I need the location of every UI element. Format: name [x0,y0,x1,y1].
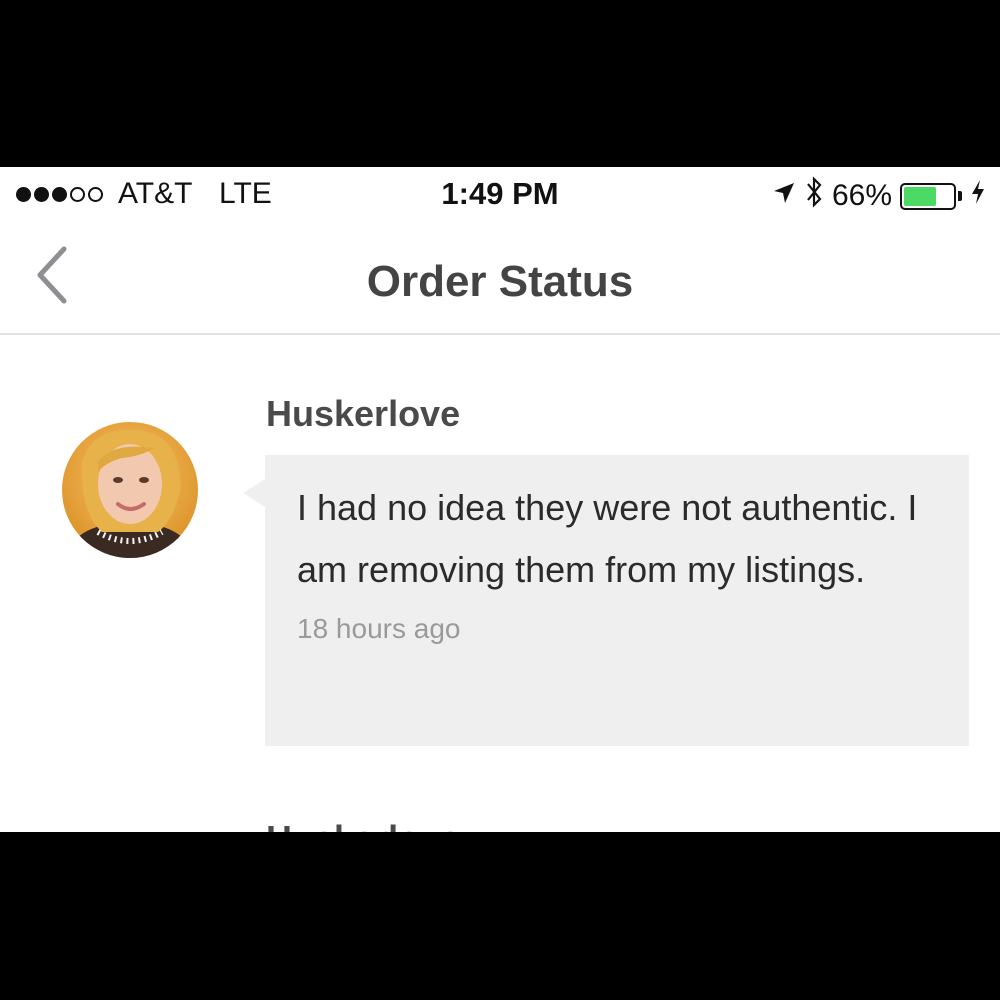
message-username[interactable]: Huskerlove [266,393,460,435]
phone-screen: AT&T LTE 1:49 PM 66% Order Status Husker… [0,167,1000,832]
letterbox-bottom [0,832,1000,1000]
bluetooth-icon [804,175,824,217]
avatar[interactable] [62,422,198,558]
avatar-photo [62,422,198,558]
message-bubble: I had no idea they were not authentic. I… [243,455,969,746]
bubble-tail [243,479,265,507]
next-message-username[interactable]: Huskerlove [266,818,460,832]
message-timestamp: 18 hours ago [297,613,461,644]
location-arrow-icon [772,179,796,213]
status-indicators: 66% [772,175,986,217]
battery-tip [958,191,962,201]
letterbox-top [0,0,1000,167]
navigation-bar: Order Status [0,223,1000,335]
battery-icon [900,182,956,210]
charging-bolt-icon [970,179,986,213]
status-bar: AT&T LTE 1:49 PM 66% [0,167,1000,223]
page-title: Order Status [366,257,634,306]
battery-percentage: 66% [831,179,892,212]
message-text: I had no idea they were not authentic. I… [297,487,918,590]
battery-level-fill [904,186,936,206]
